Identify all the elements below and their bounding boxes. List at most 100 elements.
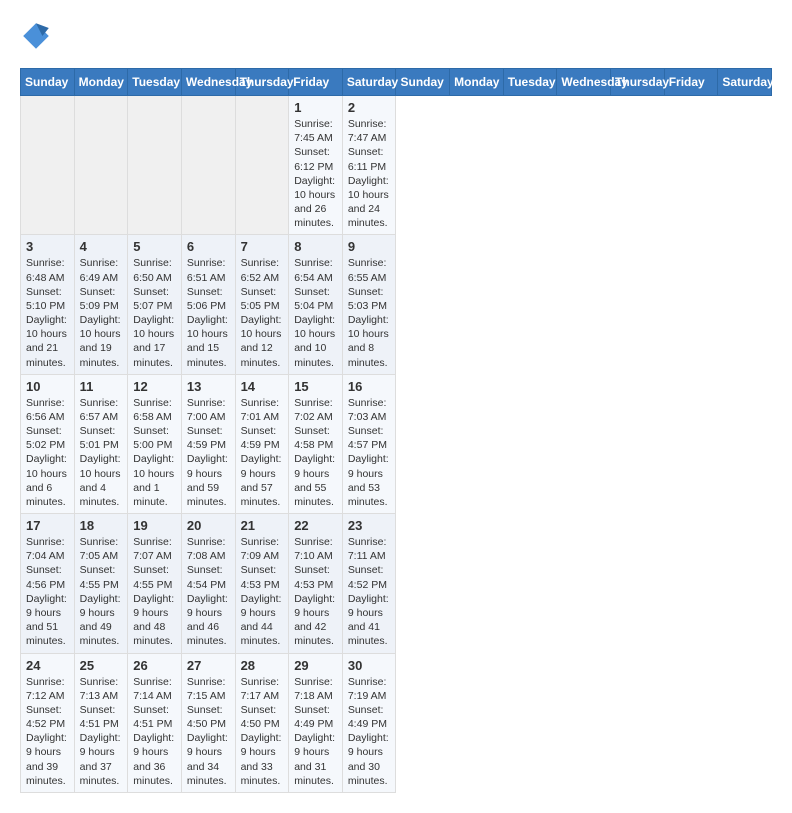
day-info: Daylight: 9 hours and 46 minutes. xyxy=(187,592,230,649)
calendar-cell: 19Sunrise: 7:07 AMSunset: 4:55 PMDayligh… xyxy=(128,514,182,653)
calendar-week-row: 10Sunrise: 6:56 AMSunset: 5:02 PMDayligh… xyxy=(21,374,772,513)
day-info: Sunset: 4:52 PM xyxy=(348,563,391,591)
day-info: Sunset: 4:57 PM xyxy=(348,424,391,452)
day-info: Daylight: 9 hours and 59 minutes. xyxy=(187,452,230,509)
day-info: Sunset: 4:55 PM xyxy=(133,563,176,591)
day-number: 8 xyxy=(294,239,337,254)
weekday-header: Saturday xyxy=(718,69,772,96)
calendar-cell xyxy=(235,96,289,235)
day-number: 3 xyxy=(26,239,69,254)
day-info: Daylight: 9 hours and 36 minutes. xyxy=(133,731,176,788)
day-info: Daylight: 9 hours and 30 minutes. xyxy=(348,731,391,788)
day-info: Daylight: 10 hours and 19 minutes. xyxy=(80,313,123,370)
day-number: 24 xyxy=(26,658,69,673)
day-number: 14 xyxy=(241,379,284,394)
page-header xyxy=(20,20,772,52)
calendar-cell: 13Sunrise: 7:00 AMSunset: 4:59 PMDayligh… xyxy=(181,374,235,513)
day-info: Daylight: 10 hours and 12 minutes. xyxy=(241,313,284,370)
day-number: 7 xyxy=(241,239,284,254)
day-info: Daylight: 10 hours and 24 minutes. xyxy=(348,174,391,231)
day-info: Sunrise: 6:55 AM xyxy=(348,256,391,284)
calendar-cell xyxy=(128,96,182,235)
calendar-cell: 20Sunrise: 7:08 AMSunset: 4:54 PMDayligh… xyxy=(181,514,235,653)
calendar-cell: 5Sunrise: 6:50 AMSunset: 5:07 PMDaylight… xyxy=(128,235,182,374)
day-info: Sunrise: 7:15 AM xyxy=(187,675,230,703)
day-info: Sunrise: 7:17 AM xyxy=(241,675,284,703)
day-number: 25 xyxy=(80,658,123,673)
day-info: Sunrise: 7:03 AM xyxy=(348,396,391,424)
day-info: Sunset: 4:52 PM xyxy=(26,703,69,731)
day-number: 9 xyxy=(348,239,391,254)
day-info: Daylight: 10 hours and 4 minutes. xyxy=(80,452,123,509)
day-info: Sunset: 4:50 PM xyxy=(187,703,230,731)
day-info: Sunrise: 7:07 AM xyxy=(133,535,176,563)
calendar-cell: 2Sunrise: 7:47 AMSunset: 6:11 PMDaylight… xyxy=(342,96,396,235)
day-number: 5 xyxy=(133,239,176,254)
calendar-cell: 7Sunrise: 6:52 AMSunset: 5:05 PMDaylight… xyxy=(235,235,289,374)
day-info: Daylight: 10 hours and 21 minutes. xyxy=(26,313,69,370)
day-number: 19 xyxy=(133,518,176,533)
day-info: Sunrise: 7:02 AM xyxy=(294,396,337,424)
calendar-cell: 27Sunrise: 7:15 AMSunset: 4:50 PMDayligh… xyxy=(181,653,235,792)
calendar-cell: 8Sunrise: 6:54 AMSunset: 5:04 PMDaylight… xyxy=(289,235,343,374)
day-info: Sunset: 5:04 PM xyxy=(294,285,337,313)
calendar-cell: 30Sunrise: 7:19 AMSunset: 4:49 PMDayligh… xyxy=(342,653,396,792)
calendar-cell: 17Sunrise: 7:04 AMSunset: 4:56 PMDayligh… xyxy=(21,514,75,653)
calendar-header-row: SundayMondayTuesdayWednesdayThursdayFrid… xyxy=(21,69,772,96)
calendar-cell: 22Sunrise: 7:10 AMSunset: 4:53 PMDayligh… xyxy=(289,514,343,653)
calendar-cell: 3Sunrise: 6:48 AMSunset: 5:10 PMDaylight… xyxy=(21,235,75,374)
day-info: Sunset: 5:07 PM xyxy=(133,285,176,313)
day-info: Daylight: 9 hours and 31 minutes. xyxy=(294,731,337,788)
day-info: Sunset: 5:03 PM xyxy=(348,285,391,313)
day-number: 21 xyxy=(241,518,284,533)
day-info: Daylight: 9 hours and 33 minutes. xyxy=(241,731,284,788)
weekday-header: Wednesday xyxy=(557,69,611,96)
day-info: Daylight: 9 hours and 53 minutes. xyxy=(348,452,391,509)
calendar-cell: 26Sunrise: 7:14 AMSunset: 4:51 PMDayligh… xyxy=(128,653,182,792)
day-info: Daylight: 10 hours and 15 minutes. xyxy=(187,313,230,370)
calendar-cell xyxy=(21,96,75,235)
day-info: Sunrise: 6:57 AM xyxy=(80,396,123,424)
calendar-cell xyxy=(74,96,128,235)
calendar-cell: 23Sunrise: 7:11 AMSunset: 4:52 PMDayligh… xyxy=(342,514,396,653)
day-info: Sunset: 4:59 PM xyxy=(187,424,230,452)
day-number: 12 xyxy=(133,379,176,394)
calendar-cell: 16Sunrise: 7:03 AMSunset: 4:57 PMDayligh… xyxy=(342,374,396,513)
day-info: Sunset: 6:12 PM xyxy=(294,145,337,173)
day-info: Sunset: 4:56 PM xyxy=(26,563,69,591)
day-number: 13 xyxy=(187,379,230,394)
day-info: Sunrise: 7:04 AM xyxy=(26,535,69,563)
day-info: Sunrise: 6:58 AM xyxy=(133,396,176,424)
day-number: 27 xyxy=(187,658,230,673)
day-info: Sunrise: 6:50 AM xyxy=(133,256,176,284)
day-info: Daylight: 9 hours and 37 minutes. xyxy=(80,731,123,788)
day-info: Sunset: 4:55 PM xyxy=(80,563,123,591)
day-info: Sunrise: 7:13 AM xyxy=(80,675,123,703)
day-info: Daylight: 10 hours and 1 minute. xyxy=(133,452,176,509)
weekday-header: Saturday xyxy=(342,69,396,96)
day-info: Daylight: 9 hours and 49 minutes. xyxy=(80,592,123,649)
day-info: Daylight: 9 hours and 57 minutes. xyxy=(241,452,284,509)
day-info: Sunrise: 6:52 AM xyxy=(241,256,284,284)
day-info: Sunrise: 6:48 AM xyxy=(26,256,69,284)
day-info: Sunset: 4:53 PM xyxy=(294,563,337,591)
calendar-cell: 6Sunrise: 6:51 AMSunset: 5:06 PMDaylight… xyxy=(181,235,235,374)
calendar-cell xyxy=(181,96,235,235)
day-info: Sunset: 5:09 PM xyxy=(80,285,123,313)
day-info: Sunrise: 7:12 AM xyxy=(26,675,69,703)
day-info: Sunrise: 7:14 AM xyxy=(133,675,176,703)
day-info: Sunrise: 7:19 AM xyxy=(348,675,391,703)
calendar-cell: 25Sunrise: 7:13 AMSunset: 4:51 PMDayligh… xyxy=(74,653,128,792)
day-info: Daylight: 10 hours and 26 minutes. xyxy=(294,174,337,231)
day-number: 20 xyxy=(187,518,230,533)
day-info: Sunset: 5:00 PM xyxy=(133,424,176,452)
calendar-cell: 28Sunrise: 7:17 AMSunset: 4:50 PMDayligh… xyxy=(235,653,289,792)
weekday-header: Monday xyxy=(450,69,504,96)
weekday-header: Wednesday xyxy=(181,69,235,96)
day-info: Sunrise: 7:47 AM xyxy=(348,117,391,145)
day-info: Daylight: 9 hours and 41 minutes. xyxy=(348,592,391,649)
day-info: Sunrise: 6:51 AM xyxy=(187,256,230,284)
calendar-cell: 15Sunrise: 7:02 AMSunset: 4:58 PMDayligh… xyxy=(289,374,343,513)
day-info: Sunrise: 6:56 AM xyxy=(26,396,69,424)
day-number: 28 xyxy=(241,658,284,673)
